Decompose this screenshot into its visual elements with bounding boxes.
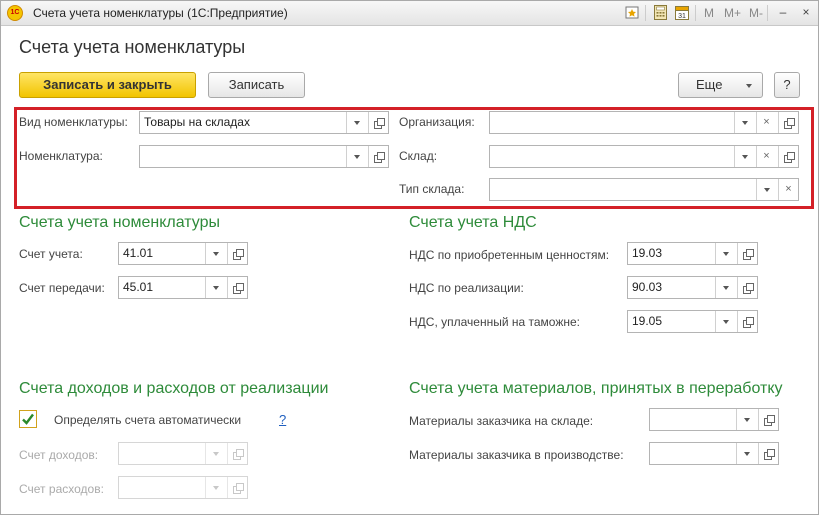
open-window-icon	[233, 283, 244, 294]
account-open-button[interactable]	[227, 243, 247, 264]
save-button[interactable]: Записать	[208, 72, 305, 98]
page-title: Счета учета номенклатуры	[19, 37, 246, 57]
open-window-icon	[764, 449, 775, 460]
expenses-account-label: Счет расходов:	[19, 482, 104, 496]
expenses-account-dropdown-button[interactable]	[205, 477, 225, 498]
vat-acquired-dropdown-button[interactable]	[715, 243, 735, 264]
vat-acquired-open-button[interactable]	[737, 243, 757, 264]
toolbar-separator	[767, 5, 768, 21]
vat-acquired-value: 19.03	[632, 246, 663, 260]
vat-acquired-field[interactable]: 19.03	[627, 242, 758, 265]
open-window-icon	[233, 249, 244, 260]
accounts-section-title: Счета учета номенклатуры	[19, 214, 221, 231]
close-window-button[interactable]: ×	[798, 4, 814, 20]
title-bar: 1C Счета учета номенклатуры (1С:Предприя…	[1, 1, 818, 26]
open-window-icon	[743, 317, 754, 328]
materials-stock-label: Материалы заказчика на складе:	[409, 414, 594, 428]
materials-production-label: Материалы заказчика в производстве:	[409, 448, 624, 462]
materials-production-field[interactable]	[649, 442, 779, 465]
chevron-down-icon	[212, 286, 219, 290]
income-account-label: Счет доходов:	[19, 448, 99, 462]
auto-accounts-checkbox[interactable]	[19, 410, 37, 428]
vat-sales-value: 90.03	[632, 280, 663, 294]
toolbar-separator	[695, 5, 696, 21]
vat-customs-open-button[interactable]	[737, 311, 757, 332]
income-account-field[interactable]	[118, 442, 248, 465]
vat-section-title: Счета учета НДС	[409, 214, 537, 231]
chevron-down-icon	[722, 286, 729, 290]
chevron-down-icon	[746, 84, 752, 88]
save-and-close-button[interactable]: Записать и закрыть	[19, 72, 196, 98]
open-window-icon	[764, 415, 775, 426]
highlight-frame	[14, 107, 814, 209]
memory-plus-button[interactable]: M+	[724, 6, 741, 20]
materials-section-title: Счета учета материалов, принятых в перер…	[409, 380, 783, 397]
open-window-icon	[743, 283, 754, 294]
calculator-icon[interactable]	[653, 5, 667, 20]
transfer-value: 45.01	[123, 280, 154, 294]
income-account-open-button[interactable]	[227, 443, 247, 464]
chevron-down-icon	[212, 452, 219, 456]
vat-sales-open-button[interactable]	[737, 277, 757, 298]
transfer-dropdown-button[interactable]	[205, 277, 225, 298]
open-window-icon	[743, 249, 754, 260]
materials-stock-field[interactable]	[649, 408, 779, 431]
memory-minus-button[interactable]: M-	[749, 6, 763, 20]
toolbar-separator	[645, 5, 646, 21]
more-button-label: Еще	[696, 77, 723, 92]
account-field[interactable]: 41.01	[118, 242, 248, 265]
chevron-down-icon	[743, 452, 750, 456]
app-window: 1C Счета учета номенклатуры (1С:Предприя…	[0, 0, 819, 515]
memory-m-button[interactable]: M	[704, 6, 714, 20]
auto-accounts-help-link[interactable]: ?	[279, 412, 286, 427]
app-logo-icon: 1C	[7, 5, 23, 21]
materials-stock-dropdown-button[interactable]	[736, 409, 756, 430]
account-label: Счет учета:	[19, 247, 83, 261]
materials-stock-open-button[interactable]	[758, 409, 778, 430]
calendar-icon[interactable]: 31	[675, 5, 689, 20]
account-value: 41.01	[123, 246, 154, 260]
account-dropdown-button[interactable]	[205, 243, 225, 264]
vat-customs-label: НДС, уплаченный на таможне:	[409, 315, 580, 329]
transfer-label: Счет передачи:	[19, 281, 105, 295]
transfer-field[interactable]: 45.01	[118, 276, 248, 299]
checkmark-icon	[22, 413, 34, 425]
chevron-down-icon	[722, 252, 729, 256]
vat-sales-field[interactable]: 90.03	[627, 276, 758, 299]
vat-sales-dropdown-button[interactable]	[715, 277, 735, 298]
expenses-account-field[interactable]	[118, 476, 248, 499]
vat-customs-value: 19.05	[632, 314, 663, 328]
help-button[interactable]: ?	[774, 72, 800, 98]
open-window-icon	[233, 449, 244, 460]
window-title: Счета учета номенклатуры (1С:Предприятие…	[33, 6, 288, 20]
income-account-dropdown-button[interactable]	[205, 443, 225, 464]
open-window-icon	[233, 483, 244, 494]
svg-text:31: 31	[678, 13, 686, 20]
vat-customs-field[interactable]: 19.05	[627, 310, 758, 333]
income-section-title: Счета доходов и расходов от реализации	[19, 380, 329, 397]
chevron-down-icon	[722, 320, 729, 324]
more-button[interactable]: Еще	[678, 72, 763, 98]
materials-production-dropdown-button[interactable]	[736, 443, 756, 464]
chevron-down-icon	[743, 418, 750, 422]
materials-production-open-button[interactable]	[758, 443, 778, 464]
vat-acquired-label: НДС по приобретенным ценностям:	[409, 248, 610, 262]
vat-customs-dropdown-button[interactable]	[715, 311, 735, 332]
expenses-account-open-button[interactable]	[227, 477, 247, 498]
chevron-down-icon	[212, 486, 219, 490]
chevron-down-icon	[212, 252, 219, 256]
transfer-open-button[interactable]	[227, 277, 247, 298]
minimize-button[interactable]: –	[775, 4, 791, 20]
favorite-icon[interactable]	[625, 5, 639, 20]
vat-sales-label: НДС по реализации:	[409, 281, 524, 295]
auto-accounts-label[interactable]: Определять счета автоматически	[54, 413, 241, 427]
